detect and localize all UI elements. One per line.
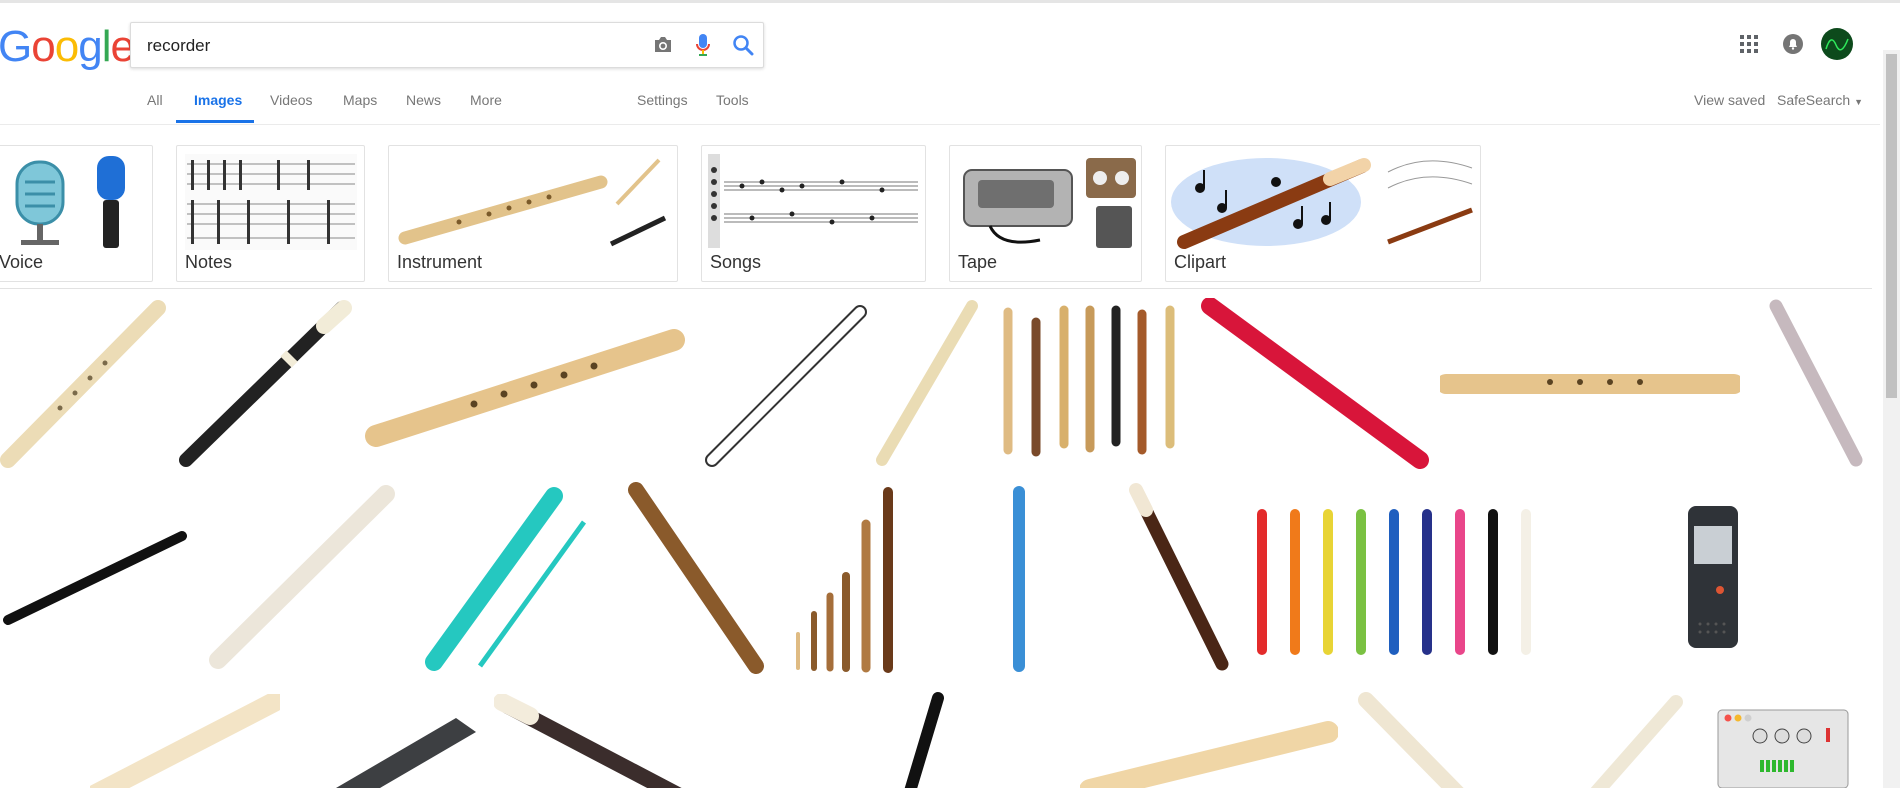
image-result[interactable] — [0, 528, 190, 628]
chip-label: Voice — [0, 252, 44, 272]
tab-videos[interactable]: Videos — [270, 92, 313, 108]
logo-letter: G — [0, 22, 32, 71]
chip-thumbnail — [1171, 158, 1473, 249]
suggestion-chip-tape[interactable]: Tape — [949, 145, 1142, 282]
image-result[interactable] — [206, 484, 398, 672]
image-result[interactable] — [702, 302, 872, 470]
active-tab-indicator — [176, 120, 254, 123]
image-result[interactable] — [1440, 362, 1740, 406]
scrollbar-thumb[interactable] — [1886, 54, 1897, 398]
chip-thumbnail — [708, 154, 918, 248]
top-border — [0, 0, 1900, 3]
tab-maps[interactable]: Maps — [343, 92, 377, 108]
suggestion-chip-notes[interactable]: Notes — [176, 145, 365, 282]
image-result[interactable] — [1760, 298, 1870, 470]
image-result[interactable] — [1252, 506, 1538, 656]
image-result[interactable] — [0, 300, 170, 472]
image-result[interactable] — [1004, 484, 1034, 674]
view-saved-link[interactable]: View saved — [1694, 92, 1765, 108]
search-box — [130, 22, 764, 68]
chip-label: Clipart — [1174, 252, 1227, 272]
image-result[interactable] — [364, 318, 690, 448]
camera-icon[interactable] — [651, 33, 675, 57]
image-result[interactable] — [424, 486, 590, 672]
account-avatar[interactable] — [1820, 27, 1854, 61]
search-tabs: All Images Videos Maps News More Setting… — [0, 86, 1880, 124]
safesearch-label: SafeSearch — [1777, 92, 1851, 108]
chip-thumbnail — [963, 158, 1136, 248]
chips-divider — [0, 288, 1872, 289]
image-result[interactable] — [996, 300, 1196, 460]
image-result[interactable] — [1080, 720, 1338, 788]
safesearch-dropdown[interactable]: SafeSearch ▼ — [1777, 92, 1863, 108]
tab-news[interactable]: News — [406, 92, 441, 108]
tab-all[interactable]: All — [147, 92, 163, 108]
logo-letter: o — [31, 22, 56, 71]
tab-more[interactable]: More — [470, 92, 502, 108]
image-result[interactable] — [1576, 694, 1686, 788]
chip-thumbnail — [398, 158, 667, 247]
image-result[interactable] — [90, 694, 280, 788]
logo-letter: o — [54, 22, 80, 71]
image-result[interactable] — [1716, 708, 1850, 788]
tab-settings[interactable]: Settings — [637, 92, 688, 108]
chip-label: Notes — [185, 252, 233, 272]
chip-label: Instrument — [397, 252, 483, 272]
google-logo[interactable]: Google — [0, 22, 135, 72]
chip-label: Songs — [710, 252, 762, 272]
suggestion-chip-voice[interactable]: Voice — [0, 145, 153, 282]
image-result[interactable] — [626, 482, 766, 674]
tabs-divider — [0, 124, 1880, 125]
suggestion-chip-songs[interactable]: Songs — [701, 145, 926, 282]
image-result[interactable] — [326, 712, 480, 788]
image-result[interactable] — [1356, 692, 1506, 788]
microphone-icon[interactable] — [691, 33, 715, 57]
tab-images[interactable]: Images — [194, 92, 242, 108]
suggestion-chip-clipart[interactable]: Clipart — [1165, 145, 1481, 282]
image-result[interactable] — [494, 694, 704, 788]
image-result[interactable] — [872, 298, 982, 470]
chip-thumbnail — [15, 156, 125, 248]
image-result[interactable] — [1686, 504, 1740, 650]
image-result[interactable] — [1124, 482, 1234, 672]
logo-letter: g — [78, 22, 103, 71]
image-result[interactable] — [888, 690, 948, 788]
search-input[interactable] — [145, 32, 629, 60]
notifications-bell-icon[interactable] — [1779, 30, 1807, 58]
chip-label: Tape — [958, 252, 998, 272]
suggestion-chip-instrument[interactable]: Instrument — [388, 145, 678, 282]
image-result[interactable] — [174, 300, 354, 472]
apps-grid-icon[interactable] — [1735, 30, 1763, 58]
image-result[interactable] — [1200, 298, 1430, 470]
image-result[interactable] — [788, 484, 908, 674]
chevron-down-icon: ▼ — [1854, 97, 1863, 107]
search-icon[interactable] — [731, 33, 755, 57]
tab-tools[interactable]: Tools — [716, 92, 749, 108]
chip-thumbnail — [185, 154, 357, 250]
